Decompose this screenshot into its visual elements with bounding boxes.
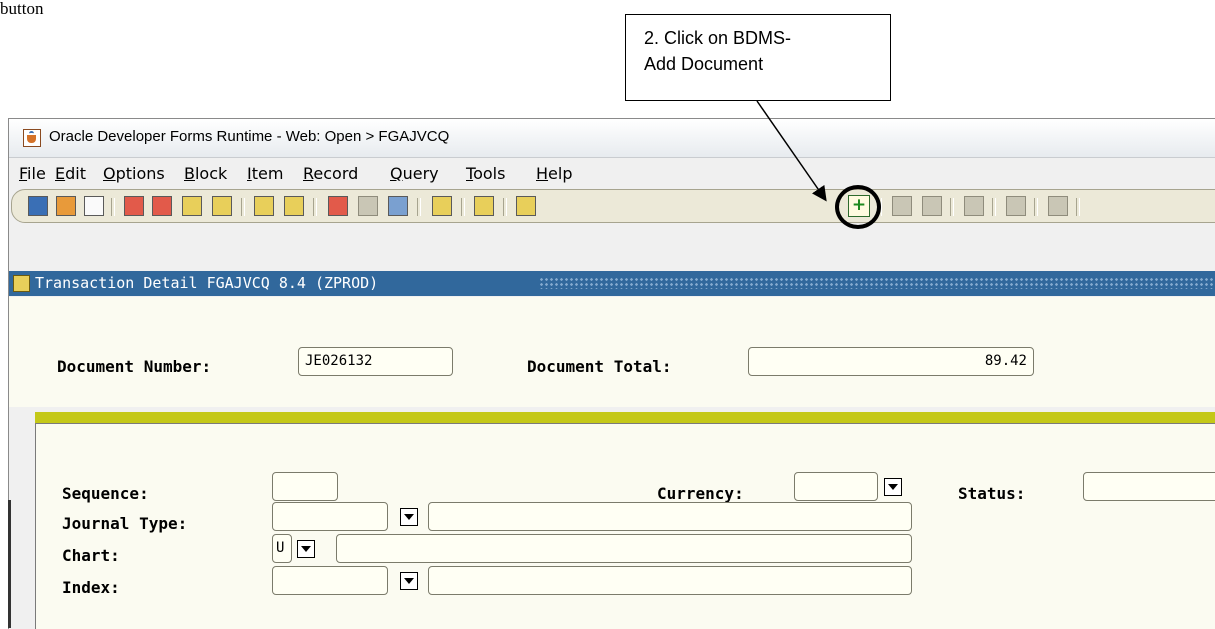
insert-record-icon[interactable]	[432, 196, 452, 216]
toolbar-separator	[950, 198, 954, 216]
toolbar-separator	[461, 198, 465, 216]
document-total-label: Document Total:	[527, 357, 672, 376]
index-field[interactable]	[272, 566, 388, 595]
execute-query-icon[interactable]	[284, 196, 304, 216]
next-block-icon[interactable]	[152, 196, 172, 216]
menu-query[interactable]: Query	[390, 164, 439, 183]
form-title: Transaction Detail FGAJVCQ 8.4 (ZPROD)	[35, 274, 379, 292]
instruction-callout: 2. Click on BDMS- Add Document	[625, 14, 891, 101]
form-icon	[13, 275, 30, 292]
print-preview-icon[interactable]	[84, 196, 104, 216]
currency-dropdown-icon[interactable]	[884, 478, 902, 496]
next-record-icon[interactable]	[212, 196, 232, 216]
enter-query-icon[interactable]	[254, 196, 274, 216]
toolbar-separator	[503, 198, 507, 216]
highlight-circle	[835, 185, 881, 229]
save-icon[interactable]	[28, 196, 48, 216]
currency-label: Currency:	[657, 484, 744, 503]
window-title: Oracle Developer Forms Runtime - Web: Op…	[49, 128, 450, 145]
exit-icon[interactable]	[388, 196, 408, 216]
audio-icon[interactable]	[964, 196, 984, 216]
previous-block-icon[interactable]	[124, 196, 144, 216]
document-fragment-text: button	[0, 0, 44, 18]
index-dropdown-icon[interactable]	[400, 572, 418, 590]
toolbar-separator	[241, 198, 245, 216]
menu-block[interactable]: Block	[184, 164, 227, 183]
callout-line-1: 2. Click on BDMS-	[644, 28, 792, 48]
status-field[interactable]	[1083, 472, 1215, 501]
toolbar: +	[11, 189, 1215, 223]
journal-type-description	[428, 502, 912, 531]
toolbar-separator	[417, 198, 421, 216]
transaction-detail-block: Sequence: Currency: Status: Journal Type…	[35, 423, 1215, 629]
menu-record[interactable]: Record	[303, 164, 358, 183]
database-icon[interactable]	[358, 196, 378, 216]
java-cup-icon	[23, 129, 41, 147]
toolbar-separator	[1034, 198, 1038, 216]
sequence-label: Sequence:	[62, 484, 149, 503]
status-label: Status:	[958, 484, 1026, 503]
crosshair-icon[interactable]	[1006, 196, 1026, 216]
journal-type-label: Journal Type:	[62, 514, 188, 533]
key-block: Document Number: JE026132 Document Total…	[9, 297, 1215, 407]
help-icon[interactable]	[328, 196, 348, 216]
chart-field[interactable]: U	[272, 534, 292, 563]
block-divider	[35, 412, 1215, 423]
callout-line-2: Add Document	[644, 54, 764, 74]
menu-tools[interactable]: Tools	[466, 164, 505, 183]
index-label: Index:	[62, 578, 120, 597]
window-titlebar: Oracle Developer Forms Runtime - Web: Op…	[9, 119, 1215, 158]
menu-options[interactable]: Options	[103, 164, 165, 183]
titlebar-pattern	[539, 277, 1215, 289]
toolbar-separator	[313, 198, 317, 216]
menu-item[interactable]: Item	[247, 164, 283, 183]
left-margin	[9, 423, 35, 629]
document-number-field[interactable]: JE026132	[298, 347, 453, 376]
window-left-edge	[8, 500, 11, 628]
chart-description	[336, 534, 912, 563]
document-number-label: Document Number:	[57, 357, 212, 376]
index-description	[428, 566, 912, 595]
previous-record-icon[interactable]	[182, 196, 202, 216]
journal-type-field[interactable]	[272, 502, 388, 531]
related-forms-icon[interactable]	[892, 196, 912, 216]
menu-bar: File Edit Options Block Item Record Quer…	[9, 158, 1215, 188]
currency-field[interactable]	[794, 472, 878, 501]
toolbar-separator	[1076, 198, 1080, 216]
sequence-field[interactable]	[272, 472, 338, 501]
form-titlebar: Transaction Detail FGAJVCQ 8.4 (ZPROD)	[9, 271, 1215, 296]
rollback-icon[interactable]	[56, 196, 76, 216]
menu-file[interactable]: File	[19, 164, 46, 183]
toolbar-separator	[111, 198, 115, 216]
chart-label: Chart:	[62, 546, 120, 565]
print-icon[interactable]	[474, 196, 494, 216]
home-icon[interactable]	[1048, 196, 1068, 216]
menu-help[interactable]: Help	[536, 164, 572, 183]
menu-edit[interactable]: Edit	[55, 164, 86, 183]
options-icon[interactable]	[922, 196, 942, 216]
toolbar-separator	[992, 198, 996, 216]
chart-dropdown-icon[interactable]	[297, 540, 315, 558]
oracle-forms-window: Oracle Developer Forms Runtime - Web: Op…	[8, 118, 1215, 629]
document-total-field[interactable]: 89.42	[748, 347, 1034, 376]
search-icon[interactable]	[516, 196, 536, 216]
journal-type-dropdown-icon[interactable]	[400, 508, 418, 526]
